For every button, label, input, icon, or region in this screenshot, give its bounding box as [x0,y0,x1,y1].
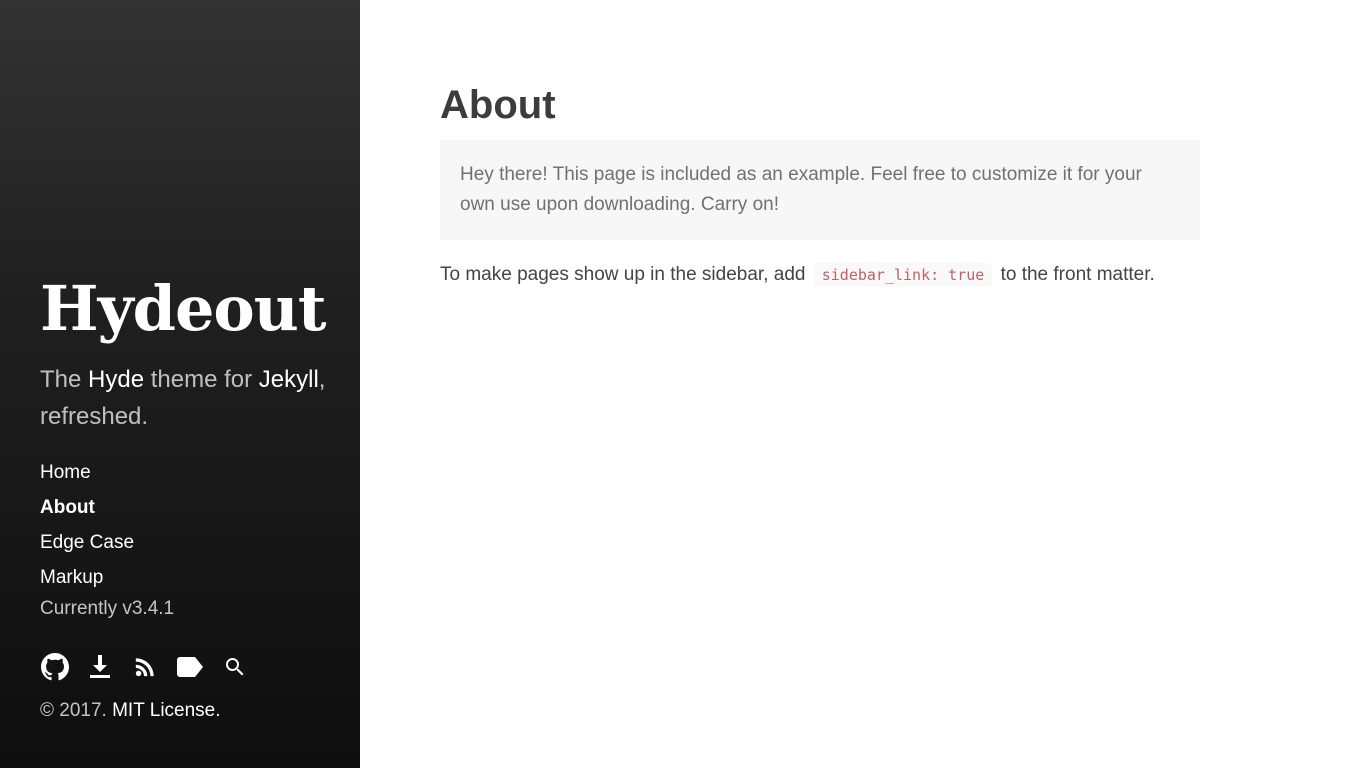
message-box: Hey there! This page is included as an e… [440,140,1200,240]
sidebar-icon-row [40,652,265,682]
body-text: To make pages show up in the sidebar, ad… [440,264,811,285]
github-icon[interactable] [40,652,70,682]
sidebar-item-home[interactable]: Home [40,458,134,493]
version-label: Currently v3.4.1 [40,598,175,619]
tagline-text: The [40,366,89,393]
sidebar-item-markup[interactable]: Markup [40,563,134,598]
copyright: © 2017. MIT License. [40,700,221,722]
download-icon[interactable] [85,652,115,682]
sidebar: Hydeout The Hyde theme for Jekyll, refre… [0,0,360,768]
tag-icon[interactable] [175,652,205,682]
search-icon[interactable] [220,652,250,682]
body-paragraph: To make pages show up in the sidebar, ad… [440,260,1220,290]
page-title: About [440,83,556,127]
hyde-link[interactable]: Hyde [88,366,144,393]
license-link[interactable]: MIT License. [112,700,220,721]
sidebar-nav: Home About Edge Case Markup [40,458,134,598]
jekyll-link[interactable]: Jekyll [259,366,319,393]
inline-code: sidebar_link: true [813,263,993,287]
site-tagline: The Hyde theme for Jekyll, refreshed. [40,361,330,435]
body-text: to the front matter. [995,264,1155,285]
sidebar-item-edge-case[interactable]: Edge Case [40,528,134,563]
sidebar-item-about[interactable]: About [40,493,134,528]
rss-icon[interactable] [130,652,160,682]
copyright-text: © 2017. [40,700,113,721]
tagline-text: theme for [144,366,259,393]
site-title[interactable]: Hydeout [40,272,326,346]
